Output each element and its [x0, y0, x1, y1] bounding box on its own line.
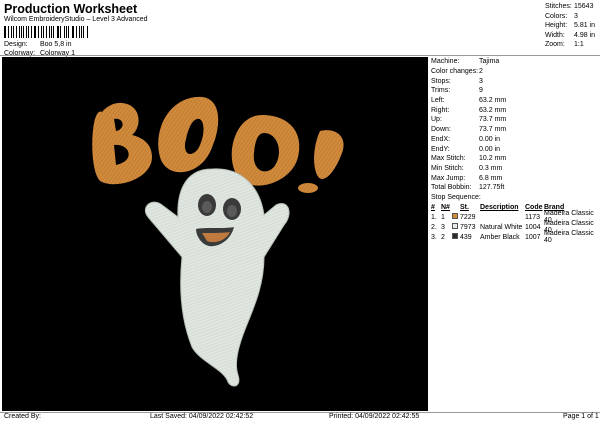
summary-stats: Stitches: 15643 Colors: 3 Height: 5.81 in W…: [545, 2, 599, 50]
letter-o-1: [158, 96, 219, 173]
color-swatch: [452, 233, 458, 240]
design-value: Boo 5,8 in: [39, 41, 72, 48]
footer-page: Page 1 of 1: [563, 413, 599, 420]
footer-printed: Printed: 04/09/2022 02:42:55: [329, 413, 420, 420]
col-header-st: St.: [460, 204, 469, 212]
detail-right: Right: 63.2 mm: [431, 106, 507, 114]
software-subtitle: Wilcom EmbroideryStudio – Level 3 Advanc…: [4, 16, 148, 23]
color-swatch: [452, 213, 458, 220]
detail-down: Down: 73.7 mm: [431, 126, 507, 134]
col-header-code: Code: [525, 204, 543, 212]
header-divider: [0, 55, 600, 56]
details-panel: Machine: Tajima Color changes: 2 Stops: 3 T…: [431, 57, 599, 245]
detail-min-stitch: Min Stitch: 0.3 mm: [431, 164, 503, 172]
exclamation-dot: [298, 183, 318, 193]
detail-endy: EndY: 0.00 in: [431, 145, 501, 153]
letter-o-2: [231, 115, 300, 186]
design-preview: [2, 57, 428, 411]
detail-max-stitch: Max Stitch: 10.2 mm: [431, 155, 507, 163]
col-header-num: #: [431, 204, 435, 212]
barcode: [4, 26, 88, 38]
ghost-body: [144, 168, 290, 387]
embroidery-artwork: [92, 96, 344, 387]
detail-color-changes: Color changes: 2: [431, 68, 483, 76]
detail-machine: Machine: Tajima: [431, 58, 500, 66]
footer-divider: [0, 412, 600, 413]
stat-height: Height: 5.81 in: [545, 22, 596, 30]
exclamation-mark: [314, 130, 344, 179]
detail-max-jump: Max Jump: 6.8 mm: [431, 174, 503, 182]
footer-created-by: Created By:: [4, 413, 41, 420]
stat-zoom: Zoom: 1:1: [545, 41, 584, 49]
detail-up: Up: 73.7 mm: [431, 116, 507, 124]
stop-sequence-title: Stop Sequence:: [431, 193, 481, 201]
stat-stitches: Stitches: 15643: [545, 3, 594, 10]
design-row: Design: Boo 5,8 in: [4, 41, 71, 48]
color-swatch: [452, 223, 458, 230]
detail-endx: EndX: 0.00 in: [431, 135, 501, 143]
footer-last-saved: Last Saved: 04/09/2022 02:42:52: [150, 413, 254, 420]
detail-total-bobbin: Total Bobbin: 127.75ft: [431, 184, 505, 192]
detail-trims: Trims: 9: [431, 87, 483, 95]
table-row: 3. 2 439 Amber Black 1007 Madeira Classi…: [431, 230, 594, 245]
stat-colors: Colors: 3: [545, 12, 578, 20]
col-header-description: Description: [480, 204, 519, 212]
detail-left: Left: 63.2 mm: [431, 97, 507, 105]
letter-b: [92, 102, 152, 185]
col-header-n: N#: [441, 204, 450, 212]
stat-width: Width: 4.98 in: [545, 31, 596, 39]
detail-stops: Stops: 3: [431, 77, 483, 85]
design-label: Design:: [4, 41, 28, 48]
page-title: Production Worksheet: [4, 2, 138, 16]
